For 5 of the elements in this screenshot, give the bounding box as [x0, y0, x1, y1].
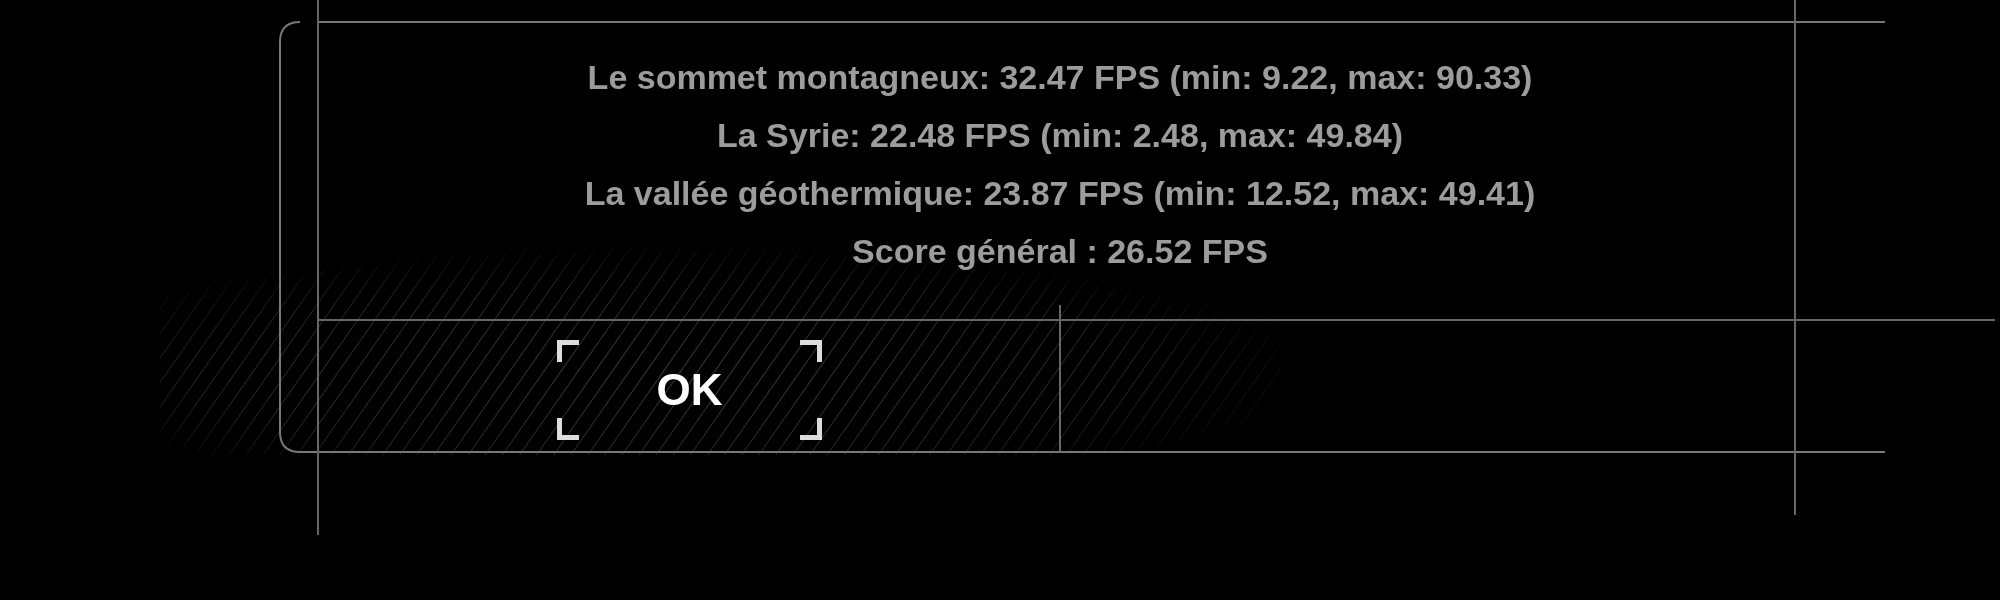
ok-button[interactable]: OK	[557, 340, 822, 440]
overall-score: Score général : 26.52 FPS	[852, 231, 1268, 272]
benchmark-result: Le sommet montagneux: 32.47 FPS (min: 9.22, max: 90.33)	[587, 57, 1533, 98]
benchmark-result: La Syrie: 22.48 FPS (min: 2.48, max: 49.84)	[717, 115, 1403, 156]
benchmark-result: La vallée géothermique: 23.87 FPS (min: 12.52, max: 49.41)	[584, 173, 1536, 214]
